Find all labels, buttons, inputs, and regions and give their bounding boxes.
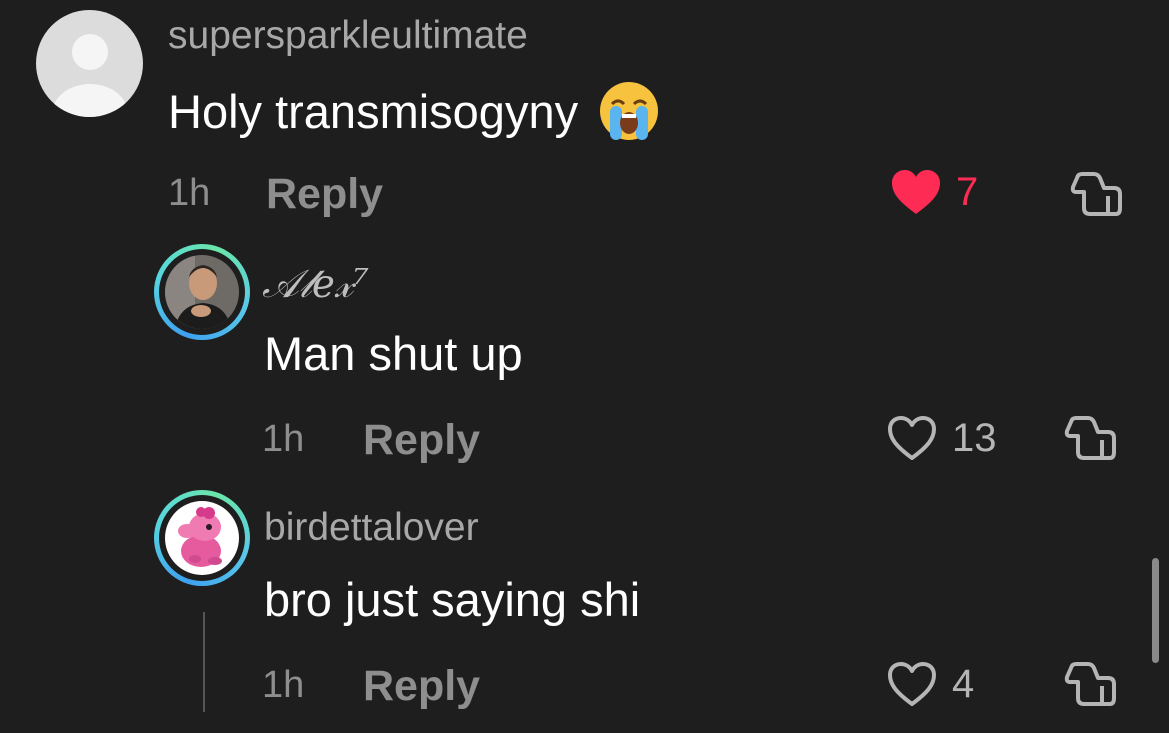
like-button[interactable]: 4: [886, 660, 974, 708]
comment-text: Man shut up: [264, 322, 523, 384]
thread-line: [203, 612, 205, 712]
avatar[interactable]: [154, 244, 250, 340]
reply-button[interactable]: Reply: [266, 170, 383, 219]
like-button[interactable]: 13: [886, 414, 997, 462]
comment-time: 1h: [262, 664, 305, 706]
thumbs-down-icon[interactable]: [1062, 414, 1118, 464]
like-count: 13: [952, 415, 997, 460]
like-count: 4: [952, 661, 975, 706]
loudly-crying-face-icon: [600, 82, 659, 140]
avatar[interactable]: [36, 10, 143, 117]
heart-icon: [888, 416, 936, 460]
comment-text: Holy transmisogyny: [168, 80, 660, 142]
comment-text-content: Holy transmisogyny: [168, 84, 579, 138]
comment-text: bro just saying shi: [264, 568, 640, 630]
scrollbar[interactable]: [1152, 558, 1159, 663]
comment-text-content: bro just saying shi: [264, 572, 641, 626]
profile-photo: [165, 255, 239, 329]
comment-username[interactable]: 𝒜𝓁𝑒𝓍⁷: [262, 262, 369, 307]
avatar[interactable]: [154, 490, 250, 586]
birdetta-avatar-image: [165, 501, 239, 575]
comment-time: 1h: [168, 172, 211, 214]
comment-text-content: Man shut up: [264, 326, 523, 380]
heart-icon: [888, 662, 936, 706]
comment-username[interactable]: supersparkleultimate: [168, 14, 528, 58]
comment-username[interactable]: birdettalover: [264, 506, 479, 550]
comment-time: 1h: [262, 418, 305, 460]
like-button[interactable]: 7: [890, 168, 978, 216]
thumbs-down-icon[interactable]: [1062, 660, 1118, 710]
thumbs-down-icon[interactable]: [1068, 170, 1124, 220]
reply-button[interactable]: Reply: [363, 416, 480, 465]
like-count: 7: [956, 169, 979, 214]
heart-icon: [892, 170, 940, 214]
reply-button[interactable]: Reply: [363, 662, 480, 711]
